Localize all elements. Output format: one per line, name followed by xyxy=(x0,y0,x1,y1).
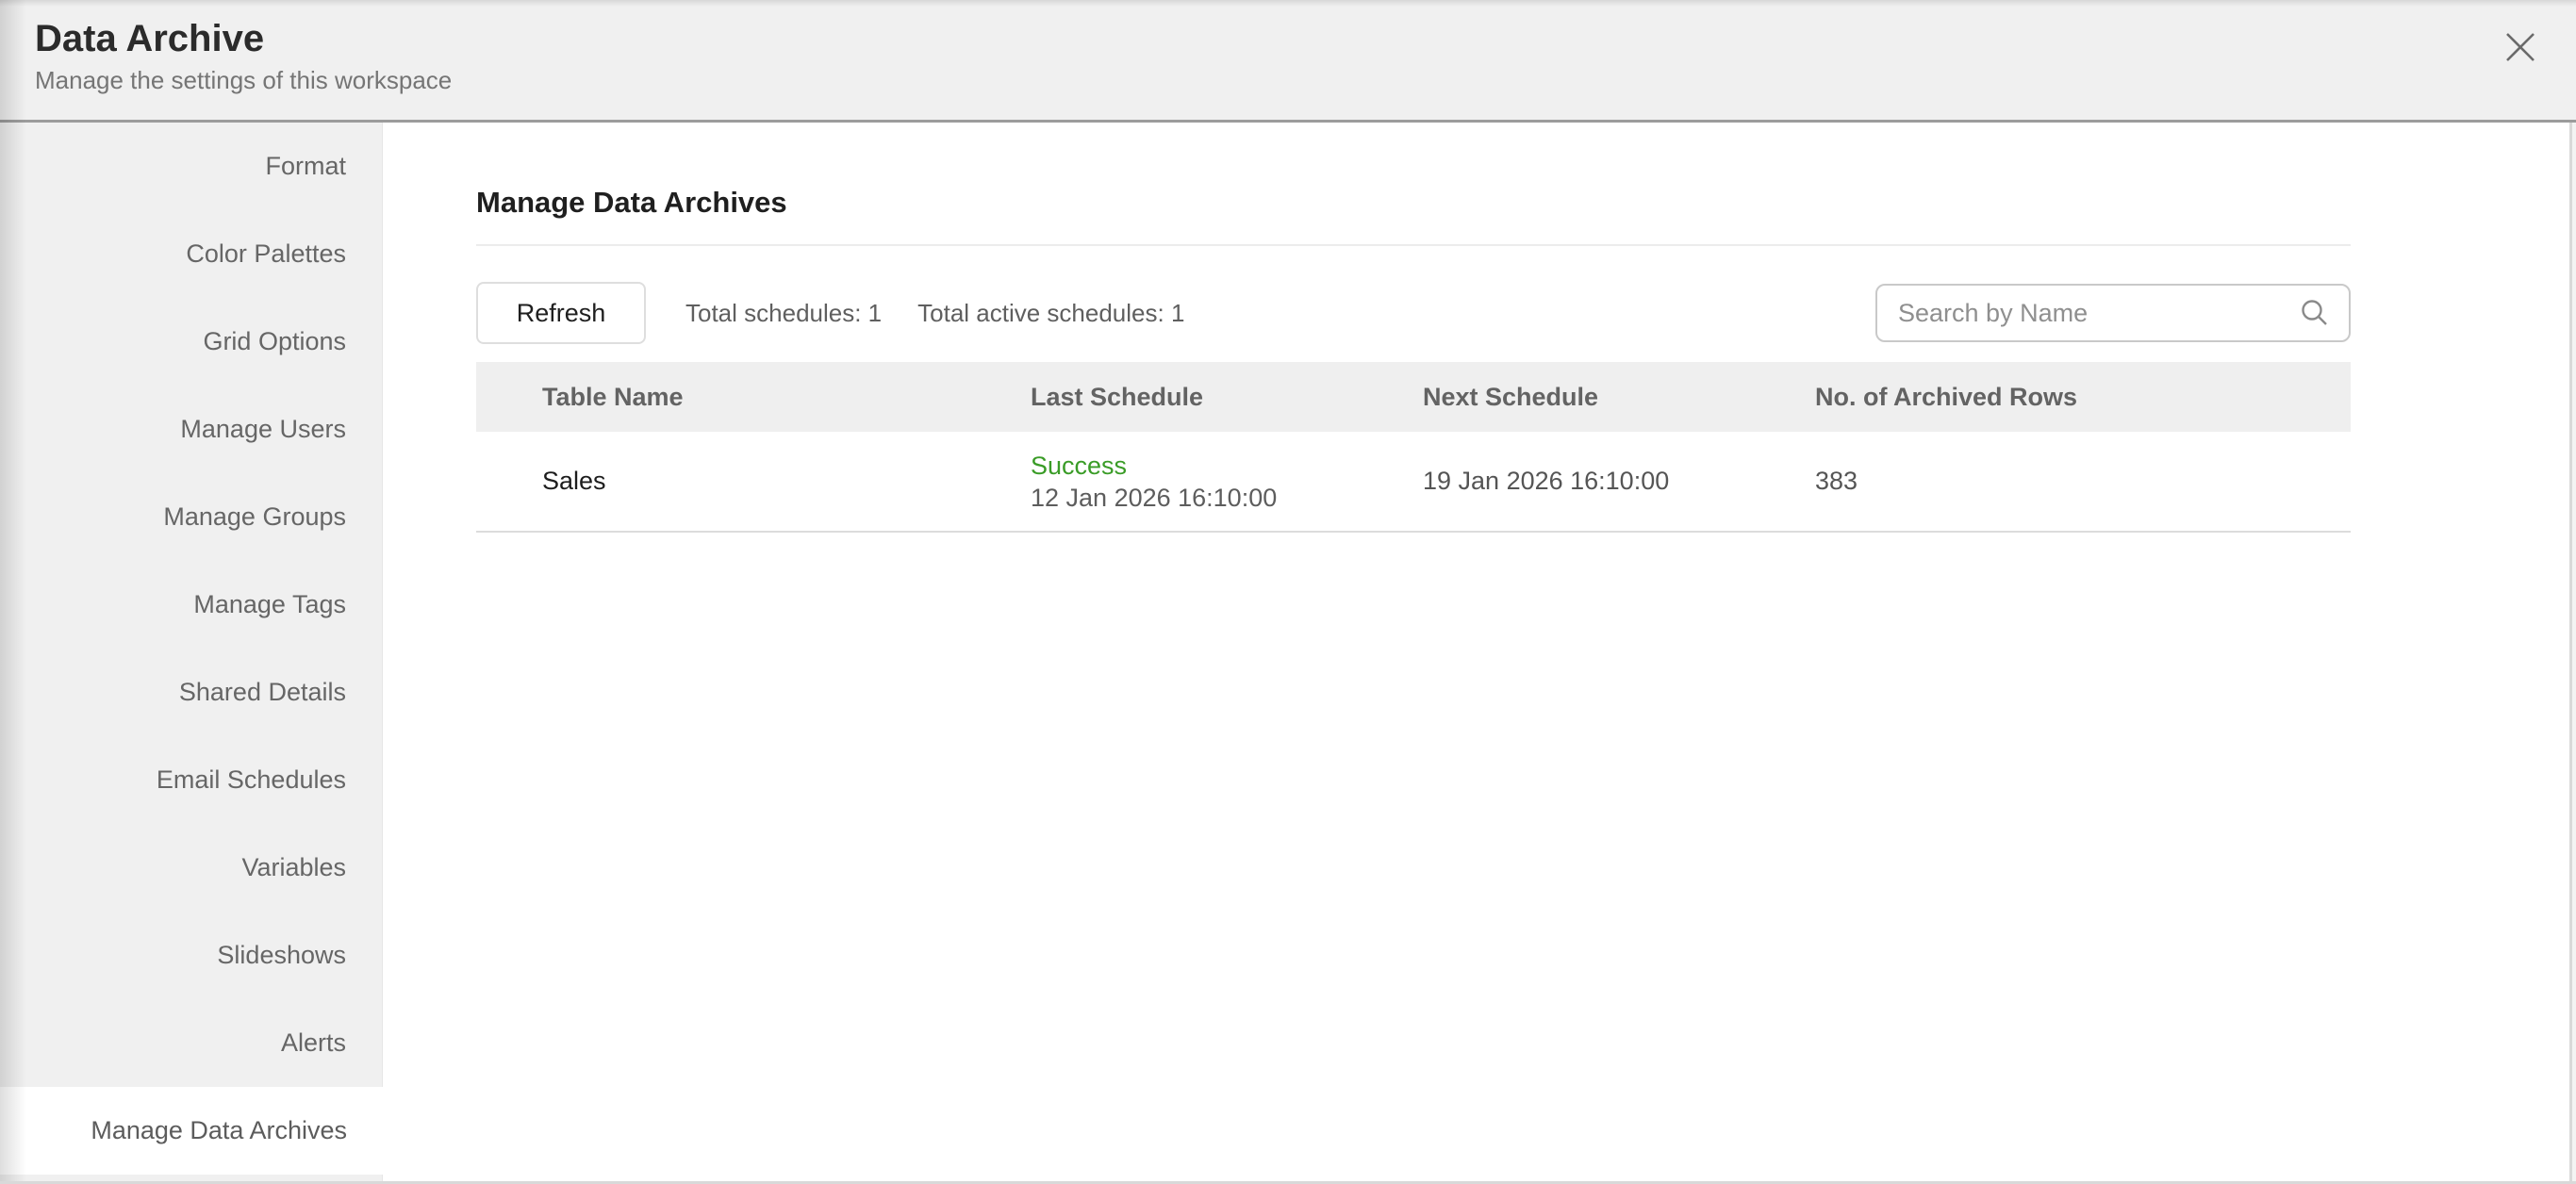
data-archive-settings-dialog: Data Archive Manage the settings of this… xyxy=(0,0,2576,1184)
column-header-next-schedule: Next Schedule xyxy=(1423,383,1815,412)
table-header-row: Table Name Last Schedule Next Schedule N… xyxy=(476,362,2351,432)
sidebar-item-label: Grid Options xyxy=(203,327,346,356)
page-title: Data Archive xyxy=(35,16,2576,61)
main-panel: Manage Data Archives Refresh Total sched… xyxy=(383,123,2569,1184)
cell-last-schedule: Success 12 Jan 2026 16:10:00 xyxy=(1031,450,1423,514)
sidebar-item-shared-details[interactable]: Shared Details xyxy=(0,649,382,736)
sidebar-item-label: Manage Tags xyxy=(193,590,346,619)
total-active-schedules-text: Total active schedules: 1 xyxy=(917,299,1184,328)
refresh-button[interactable]: Refresh xyxy=(476,282,646,344)
sidebar-item-manage-data-archives[interactable]: Manage Data Archives xyxy=(0,1087,383,1175)
sidebar-item-label: Email Schedules xyxy=(157,765,346,795)
sidebar-item-label: Manage Groups xyxy=(163,502,346,532)
settings-sidebar: Format Color Palettes Grid Options Manag… xyxy=(0,123,383,1184)
sidebar-item-manage-groups[interactable]: Manage Groups xyxy=(0,473,382,561)
sidebar-item-label: Shared Details xyxy=(179,678,346,707)
sidebar-item-manage-users[interactable]: Manage Users xyxy=(0,386,382,473)
dialog-right-edge xyxy=(2569,123,2576,1184)
toolbar: Refresh Total schedules: 1 Total active … xyxy=(476,282,2351,344)
dialog-body: Format Color Palettes Grid Options Manag… xyxy=(0,123,2576,1184)
last-schedule-time: 12 Jan 2026 16:10:00 xyxy=(1031,482,1423,514)
cell-table-name: Sales xyxy=(476,467,1031,496)
sidebar-item-format[interactable]: Format xyxy=(0,123,382,210)
table-row: Sales Success 12 Jan 2026 16:10:00 19 Ja… xyxy=(476,432,2351,533)
sidebar-item-email-schedules[interactable]: Email Schedules xyxy=(0,736,382,824)
search-input[interactable] xyxy=(1875,284,2351,342)
sidebar-item-label: Alerts xyxy=(281,1028,346,1058)
column-header-table-name: Table Name xyxy=(476,383,1031,412)
main-content: Manage Data Archives Refresh Total sched… xyxy=(476,185,2351,533)
cell-archived-rows: 383 xyxy=(1815,467,2351,496)
sidebar-item-label: Slideshows xyxy=(217,941,346,970)
sidebar-item-manage-tags[interactable]: Manage Tags xyxy=(0,561,382,649)
close-button[interactable] xyxy=(2500,26,2541,68)
sidebar-item-variables[interactable]: Variables xyxy=(0,824,382,912)
sidebar-item-slideshows[interactable]: Slideshows xyxy=(0,912,382,999)
dialog-header: Data Archive Manage the settings of this… xyxy=(0,0,2576,123)
sidebar-item-alerts[interactable]: Alerts xyxy=(0,999,382,1087)
sidebar-item-label: Manage Users xyxy=(180,415,346,444)
status-badge: Success xyxy=(1031,450,1423,482)
column-header-archived-rows: No. of Archived Rows xyxy=(1815,383,2351,412)
heading-divider xyxy=(476,244,2351,246)
sidebar-item-label: Manage Data Archives xyxy=(91,1116,347,1145)
column-header-last-schedule: Last Schedule xyxy=(1031,383,1423,412)
close-icon xyxy=(2502,29,2538,65)
sidebar-item-grid-options[interactable]: Grid Options xyxy=(0,298,382,386)
cell-next-schedule: 19 Jan 2026 16:10:00 xyxy=(1423,467,1815,496)
sidebar-item-color-palettes[interactable]: Color Palettes xyxy=(0,210,382,298)
search-icon xyxy=(2300,298,2330,328)
total-schedules-text: Total schedules: 1 xyxy=(685,299,882,328)
sidebar-item-label: Variables xyxy=(241,853,346,882)
page-subtitle: Manage the settings of this workspace xyxy=(35,66,2576,94)
archives-table: Table Name Last Schedule Next Schedule N… xyxy=(476,362,2351,533)
search-box xyxy=(1875,284,2351,342)
section-heading: Manage Data Archives xyxy=(476,185,2351,221)
sidebar-item-label: Color Palettes xyxy=(186,239,346,269)
sidebar-item-label: Format xyxy=(265,152,346,181)
